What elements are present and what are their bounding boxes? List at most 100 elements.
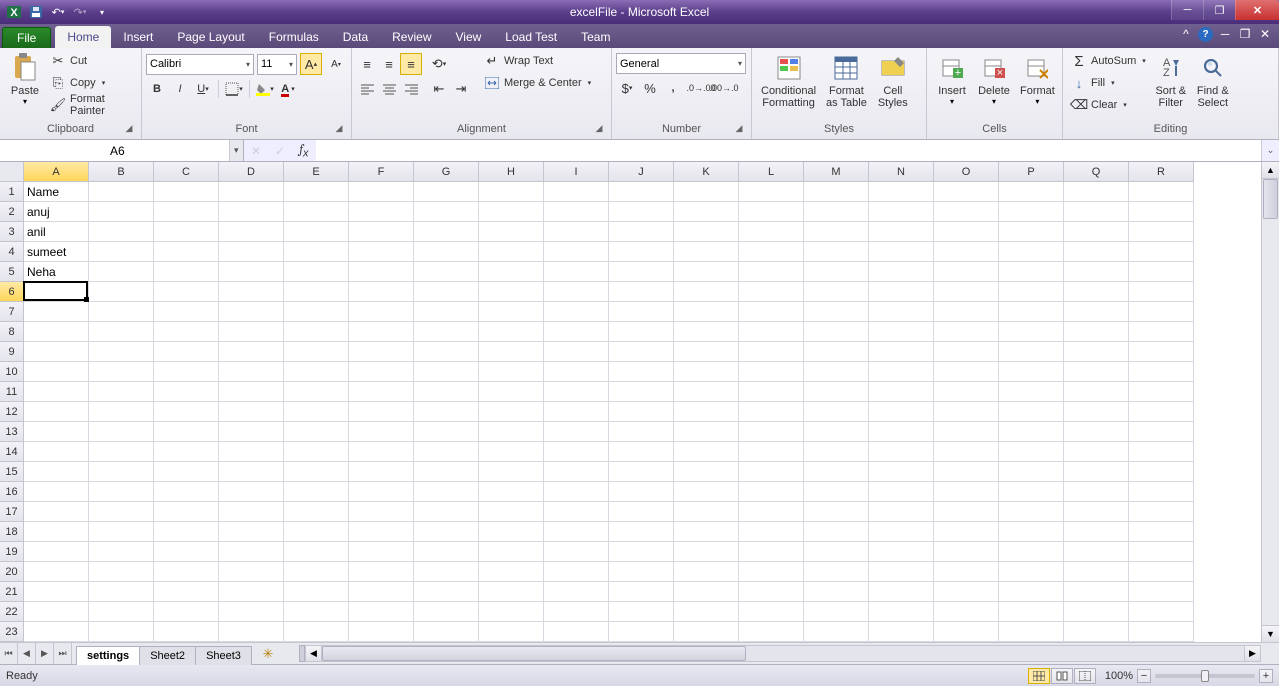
cell[interactable]: [24, 522, 89, 542]
cell[interactable]: [674, 602, 739, 622]
cell[interactable]: [1064, 382, 1129, 402]
cell[interactable]: [1064, 222, 1129, 242]
cell[interactable]: [219, 462, 284, 482]
cell[interactable]: [804, 222, 869, 242]
cell[interactable]: [674, 462, 739, 482]
cell[interactable]: [284, 582, 349, 602]
column-header[interactable]: R: [1129, 162, 1194, 182]
cell[interactable]: [219, 542, 284, 562]
row-header[interactable]: 17: [0, 502, 24, 522]
cell[interactable]: [479, 522, 544, 542]
cell[interactable]: [609, 342, 674, 362]
cell[interactable]: [869, 422, 934, 442]
cell[interactable]: [869, 282, 934, 302]
cell[interactable]: [1064, 342, 1129, 362]
redo-icon[interactable]: ↷▾: [70, 2, 90, 22]
enter-formula-icon[interactable]: ✓: [268, 144, 292, 158]
cell[interactable]: [869, 322, 934, 342]
cell[interactable]: [414, 242, 479, 262]
cell[interactable]: [219, 622, 284, 642]
cell[interactable]: [89, 502, 154, 522]
cell[interactable]: [1064, 562, 1129, 582]
cell[interactable]: anil: [24, 222, 89, 242]
cell[interactable]: [89, 222, 154, 242]
cell[interactable]: [1129, 482, 1194, 502]
cell[interactable]: [479, 382, 544, 402]
minimize-ribbon-icon[interactable]: ^: [1178, 26, 1194, 42]
cell[interactable]: [219, 222, 284, 242]
cell[interactable]: [739, 282, 804, 302]
cell[interactable]: [219, 202, 284, 222]
cell[interactable]: [479, 542, 544, 562]
help-icon[interactable]: ?: [1198, 27, 1213, 42]
clear-button[interactable]: ⌫Clear▾: [1067, 94, 1150, 116]
row-header[interactable]: 8: [0, 322, 24, 342]
restore-button[interactable]: ❐: [1203, 0, 1235, 20]
cell[interactable]: [154, 442, 219, 462]
cell[interactable]: [739, 322, 804, 342]
row-header[interactable]: 19: [0, 542, 24, 562]
row-header[interactable]: 9: [0, 342, 24, 362]
accounting-format-icon[interactable]: $▾: [616, 77, 638, 99]
cell[interactable]: [219, 402, 284, 422]
cell[interactable]: [284, 522, 349, 542]
cell[interactable]: [284, 502, 349, 522]
font-name-combo[interactable]: Calibri▾: [146, 54, 254, 75]
cell[interactable]: [869, 522, 934, 542]
cell[interactable]: [934, 502, 999, 522]
cell[interactable]: [1129, 362, 1194, 382]
cell[interactable]: [89, 522, 154, 542]
cell[interactable]: [869, 602, 934, 622]
increase-font-icon[interactable]: A▴: [300, 53, 322, 75]
cell[interactable]: [89, 282, 154, 302]
cell[interactable]: [999, 182, 1064, 202]
cell[interactable]: [24, 382, 89, 402]
cell[interactable]: [674, 522, 739, 542]
cell[interactable]: [544, 322, 609, 342]
cell[interactable]: [349, 462, 414, 482]
cell[interactable]: [609, 422, 674, 442]
expand-formula-bar-icon[interactable]: ⌄: [1261, 140, 1279, 161]
new-sheet-button[interactable]: ✳: [257, 643, 279, 664]
cell[interactable]: [999, 342, 1064, 362]
cell[interactable]: [219, 562, 284, 582]
cell[interactable]: [89, 582, 154, 602]
cell[interactable]: [544, 282, 609, 302]
cell[interactable]: [349, 342, 414, 362]
cell[interactable]: [89, 562, 154, 582]
cell[interactable]: [154, 582, 219, 602]
cell[interactable]: [674, 282, 739, 302]
cell[interactable]: [869, 342, 934, 362]
cell[interactable]: [999, 582, 1064, 602]
cell[interactable]: [739, 302, 804, 322]
cell[interactable]: [934, 222, 999, 242]
cell[interactable]: [609, 282, 674, 302]
alignment-launcher-icon[interactable]: ◢: [593, 123, 605, 135]
cell[interactable]: [1064, 282, 1129, 302]
column-header[interactable]: P: [999, 162, 1064, 182]
cell[interactable]: [999, 222, 1064, 242]
decrease-decimal-icon[interactable]: .00→.0: [713, 77, 735, 99]
cell[interactable]: [284, 402, 349, 422]
cell[interactable]: [414, 582, 479, 602]
cell[interactable]: Neha: [24, 262, 89, 282]
sheet-nav-first-icon[interactable]: ⏮: [0, 643, 18, 664]
cell[interactable]: [414, 302, 479, 322]
cell[interactable]: [89, 382, 154, 402]
cell[interactable]: [934, 522, 999, 542]
cell[interactable]: [284, 262, 349, 282]
sheet-nav-next-icon[interactable]: ▶: [36, 643, 54, 664]
cell[interactable]: [1064, 422, 1129, 442]
column-header[interactable]: B: [89, 162, 154, 182]
cell[interactable]: [869, 542, 934, 562]
cell[interactable]: [89, 302, 154, 322]
cell[interactable]: [349, 242, 414, 262]
cell[interactable]: [89, 262, 154, 282]
cell[interactable]: [154, 602, 219, 622]
cell[interactable]: [999, 482, 1064, 502]
cell[interactable]: [89, 622, 154, 642]
column-header[interactable]: N: [869, 162, 934, 182]
cell[interactable]: [479, 302, 544, 322]
cell[interactable]: [609, 382, 674, 402]
cell[interactable]: [739, 422, 804, 442]
